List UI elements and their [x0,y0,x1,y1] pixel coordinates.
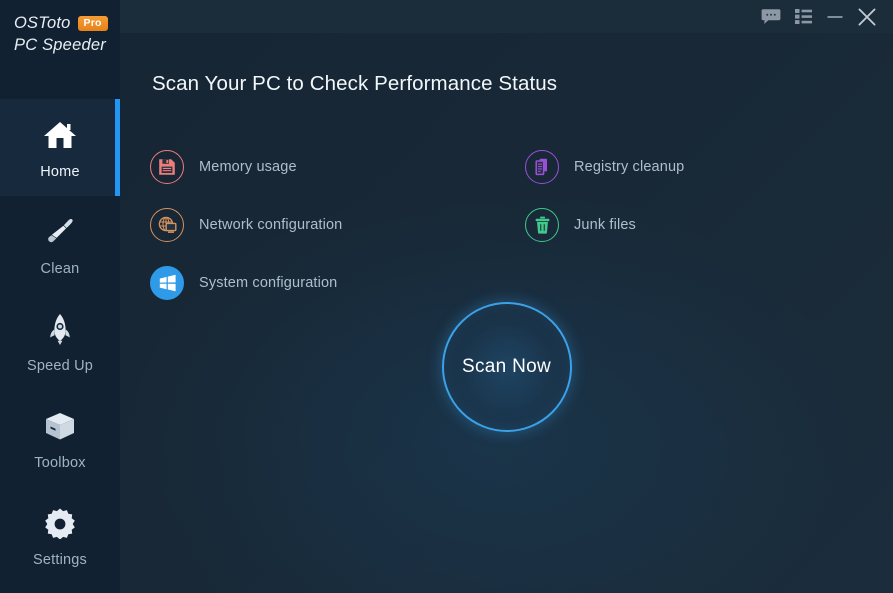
pro-badge: Pro [77,15,108,32]
sidebar-item-label: Clean [40,261,80,277]
trash-icon [525,208,559,242]
feature-label: System configuration [199,275,338,291]
feature-memory-usage[interactable]: Memory usage [150,138,525,196]
brand-subtitle: PC Speeder [14,36,106,54]
documents-icon [525,150,559,184]
titlebar [120,0,893,33]
gear-icon [44,503,76,543]
main-panel: Scan Your PC to Check Performance Status [120,0,893,593]
feature-registry-cleanup[interactable]: Registry cleanup [525,138,893,196]
sidebar-item-toolbox[interactable]: Toolbox [0,390,120,487]
feature-network-configuration[interactable]: Network configuration [150,196,525,254]
feature-label: Memory usage [199,159,297,175]
floppy-disk-icon [150,150,184,184]
sidebar-nav: Home Clean Speed Up Toolbox Settings [0,99,120,584]
feedback-icon[interactable] [755,0,787,33]
sidebar-item-label: Toolbox [34,455,86,471]
brand: OSToto Pro PC Speeder [0,0,120,55]
network-icon [150,208,184,242]
minimize-icon[interactable] [819,0,851,33]
windows-icon [150,266,184,300]
sidebar-item-label: Settings [33,552,87,568]
sidebar-item-label: Home [40,164,80,180]
menu-icon[interactable] [787,0,819,33]
feature-label: Network configuration [199,217,343,233]
sidebar-item-home[interactable]: Home [0,99,120,196]
scan-now-button[interactable]: Scan Now [441,302,572,432]
scan-now-label: Scan Now [462,356,551,377]
toolbox-icon [43,406,77,446]
app-window: OSToto Pro PC Speeder Home Clean Speed U… [0,0,893,593]
sidebar-item-settings[interactable]: Settings [0,487,120,584]
page-title: Scan Your PC to Check Performance Status [152,72,558,95]
brand-name: OSToto [14,14,71,32]
feature-label: Junk files [574,217,636,233]
home-icon [43,115,77,155]
feature-list: Memory usage Registry cleanup Network co… [150,138,890,312]
brush-icon [43,212,77,252]
sidebar-item-label: Speed Up [26,358,94,374]
scan-button-container: Scan Now [120,302,893,432]
close-icon[interactable] [851,0,883,33]
content-area: Scan Your PC to Check Performance Status [120,33,893,593]
sidebar: OSToto Pro PC Speeder Home Clean Speed U… [0,0,120,593]
sidebar-item-clean[interactable]: Clean [0,196,120,293]
feature-label: Registry cleanup [574,159,685,175]
feature-junk-files[interactable]: Junk files [525,196,893,254]
rocket-icon [43,309,77,349]
sidebar-item-speed-up[interactable]: Speed Up [0,293,120,390]
